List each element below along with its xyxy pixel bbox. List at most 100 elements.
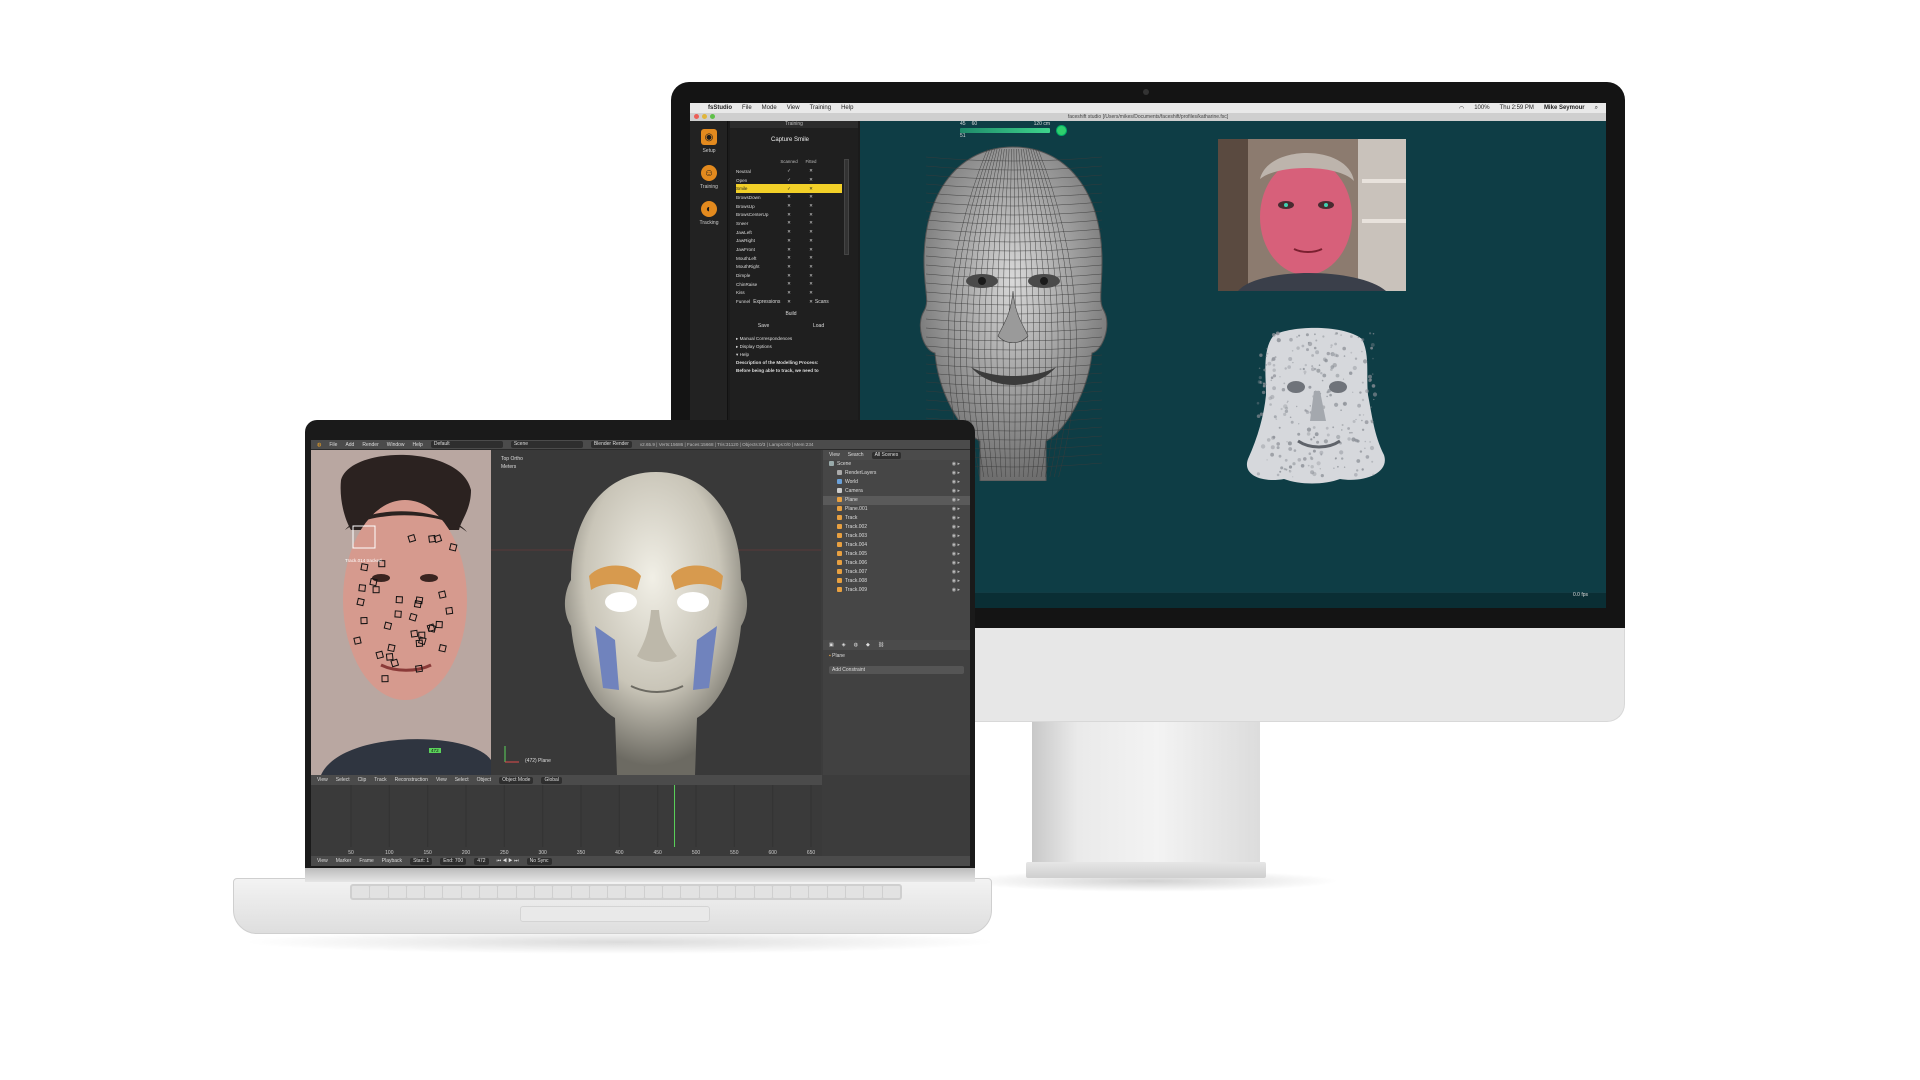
menu-view[interactable]: View (787, 105, 800, 111)
render-tab-icon[interactable]: ▣ (829, 642, 834, 648)
movie-clip-editor[interactable]: Track.014 tracked 472 (311, 450, 491, 775)
tl-playback-menu[interactable]: Playback (382, 858, 402, 864)
sync-select[interactable]: No Sync (526, 857, 552, 865)
app-menu[interactable]: fsStudio (708, 105, 732, 111)
battery-status[interactable]: 100% (1474, 105, 1489, 112)
expression-row[interactable]: MouthRight ✕ ✕ (736, 263, 842, 272)
scene-tab-icon[interactable]: ◈ (842, 642, 846, 648)
blender-menu-file[interactable]: File (329, 442, 337, 448)
visibility-icon[interactable]: ◉ ▸ (952, 586, 960, 595)
visibility-icon[interactable]: ◉ ▸ (952, 487, 960, 496)
blender-menu-render[interactable]: Render (362, 442, 378, 448)
tl-view-menu[interactable]: View (317, 858, 328, 864)
expression-row[interactable]: JawLeft ✕ ✕ (736, 228, 842, 237)
outliner-view-menu[interactable]: View (829, 452, 840, 458)
expression-row[interactable]: BrowsDown ✕ ✕ (736, 193, 842, 202)
clock[interactable]: Thu 2:59 PM (1500, 105, 1534, 112)
mode-select[interactable]: Object Mode (499, 776, 534, 784)
world-tab-icon[interactable]: ◍ (854, 642, 858, 648)
outliner-item[interactable]: RenderLayers ◉ ▸ (823, 469, 970, 478)
outliner-filter-select[interactable]: All Scenes (871, 451, 902, 459)
constraint-tab-icon[interactable]: ⛓ (878, 642, 884, 648)
outliner-item[interactable]: World ◉ ▸ (823, 478, 970, 487)
expression-row[interactable]: Kiss ✕ ✕ (736, 289, 842, 298)
visibility-icon[interactable]: ◉ ▸ (952, 505, 960, 514)
outliner-item[interactable]: Track.008 ◉ ▸ (823, 577, 970, 586)
clip-clip-menu[interactable]: Clip (358, 777, 367, 783)
outliner-item[interactable]: Track.002 ◉ ▸ (823, 523, 970, 532)
visibility-icon[interactable]: ◉ ▸ (952, 460, 960, 469)
expression-row[interactable]: Smile ✓ ✕ (736, 184, 842, 194)
view3d-view-menu[interactable]: View (436, 777, 447, 783)
expression-row[interactable]: BrowsUp ✕ ✕ (736, 202, 842, 211)
tl-frame-menu[interactable]: Frame (359, 858, 373, 864)
blender-menu-help[interactable]: Help (413, 442, 423, 448)
tree-item-help[interactable]: ▾ Help (736, 351, 848, 359)
clip-view-menu[interactable]: View (317, 777, 328, 783)
tool-setup[interactable]: ◉ Setup (694, 129, 724, 154)
tree-item-correspondences[interactable]: ▸ Manual Correspondences (736, 335, 848, 343)
outliner-item[interactable]: Track.007 ◉ ▸ (823, 568, 970, 577)
start-frame-field[interactable]: Start: 1 (410, 857, 433, 865)
scene-select[interactable]: Scene (510, 441, 583, 448)
outliner-item[interactable]: Track.006 ◉ ▸ (823, 559, 970, 568)
expression-row[interactable]: JawFront ✕ ✕ (736, 245, 842, 254)
end-frame-field[interactable]: End: 700 (440, 857, 467, 865)
visibility-icon[interactable]: ◉ ▸ (952, 532, 960, 541)
wifi-icon[interactable]: ◠ (1459, 105, 1464, 112)
expression-row[interactable]: Dimple ✕ ✕ (736, 271, 842, 280)
view3d-select-menu[interactable]: Select (455, 777, 469, 783)
expression-row[interactable]: BrowsCenterUp ✕ ✕ (736, 210, 842, 219)
expression-row[interactable]: Neutral ✓ ✕ (736, 167, 842, 176)
menu-mode[interactable]: Mode (762, 105, 777, 111)
menu-training[interactable]: Training (810, 105, 831, 111)
expression-row[interactable]: MouthLeft ✕ ✕ (736, 254, 842, 263)
menu-file[interactable]: File (742, 105, 752, 111)
play-controls-icon[interactable]: ⏮ ◀ ▶ ⏭ (497, 858, 519, 864)
visibility-icon[interactable]: ◉ ▸ (952, 478, 960, 487)
tool-training[interactable]: ☺ Training (694, 165, 724, 190)
blender-logo-icon[interactable]: ◍ (317, 442, 321, 448)
layout-select[interactable]: Default (430, 441, 503, 448)
outliner-item[interactable]: Track.004 ◉ ▸ (823, 541, 970, 550)
menu-help[interactable]: Help (841, 105, 853, 111)
add-constraint-button[interactable]: Add Constraint (829, 666, 964, 674)
clip-track-menu[interactable]: Track (374, 777, 386, 783)
clip-reconstruction-menu[interactable]: Reconstruction (395, 777, 428, 783)
user-name[interactable]: Mike Seymour (1544, 105, 1585, 112)
visibility-icon[interactable]: ◉ ▸ (952, 550, 960, 559)
3d-viewport[interactable]: Top Ortho Meters (472) Plane (491, 450, 821, 775)
build-button[interactable]: Build (785, 311, 796, 317)
outliner-item[interactable]: Track ◉ ▸ (823, 514, 970, 523)
visibility-icon[interactable]: ◉ ▸ (952, 568, 960, 577)
render-engine-select[interactable]: Blender Render (590, 441, 632, 448)
visibility-icon[interactable]: ◉ ▸ (952, 523, 960, 532)
tab-scans[interactable]: Scans (815, 299, 829, 305)
close-window-button[interactable] (694, 114, 699, 119)
tl-marker-menu[interactable]: Marker (336, 858, 352, 864)
table-scrollbar[interactable] (844, 159, 849, 255)
minimize-window-button[interactable] (702, 114, 707, 119)
view3d-object-menu[interactable]: Object (477, 777, 491, 783)
outliner-search-menu[interactable]: Search (848, 452, 864, 458)
outliner-item[interactable]: Track.005 ◉ ▸ (823, 550, 970, 559)
tree-item-display[interactable]: ▸ Display Options (736, 343, 848, 351)
blender-menu-window[interactable]: Window (387, 442, 405, 448)
blender-menu-add[interactable]: Add (345, 442, 354, 448)
expression-row[interactable]: Sneer ✕ ✕ (736, 219, 842, 228)
outliner-item[interactable]: Plane ◉ ▸ (823, 496, 970, 505)
visibility-icon[interactable]: ◉ ▸ (952, 559, 960, 568)
pivot-select[interactable]: Global (541, 776, 562, 784)
expression-row[interactable]: ChinRaise ✕ ✕ (736, 280, 842, 289)
tool-tracking[interactable]: ◐ Tracking (694, 201, 724, 226)
object-tab-icon[interactable]: ◆ (866, 642, 870, 648)
current-frame-field[interactable]: 472 (474, 857, 489, 865)
visibility-icon[interactable]: ◉ ▸ (952, 541, 960, 550)
save-button[interactable]: Save (758, 323, 769, 329)
search-icon[interactable]: ⌕ (1595, 105, 1598, 112)
visibility-icon[interactable]: ◉ ▸ (952, 577, 960, 586)
visibility-icon[interactable]: ◉ ▸ (952, 469, 960, 478)
outliner-item[interactable]: Track.009 ◉ ▸ (823, 586, 970, 595)
load-button[interactable]: Load (813, 323, 824, 329)
expression-row[interactable]: JawRight ✕ ✕ (736, 237, 842, 246)
